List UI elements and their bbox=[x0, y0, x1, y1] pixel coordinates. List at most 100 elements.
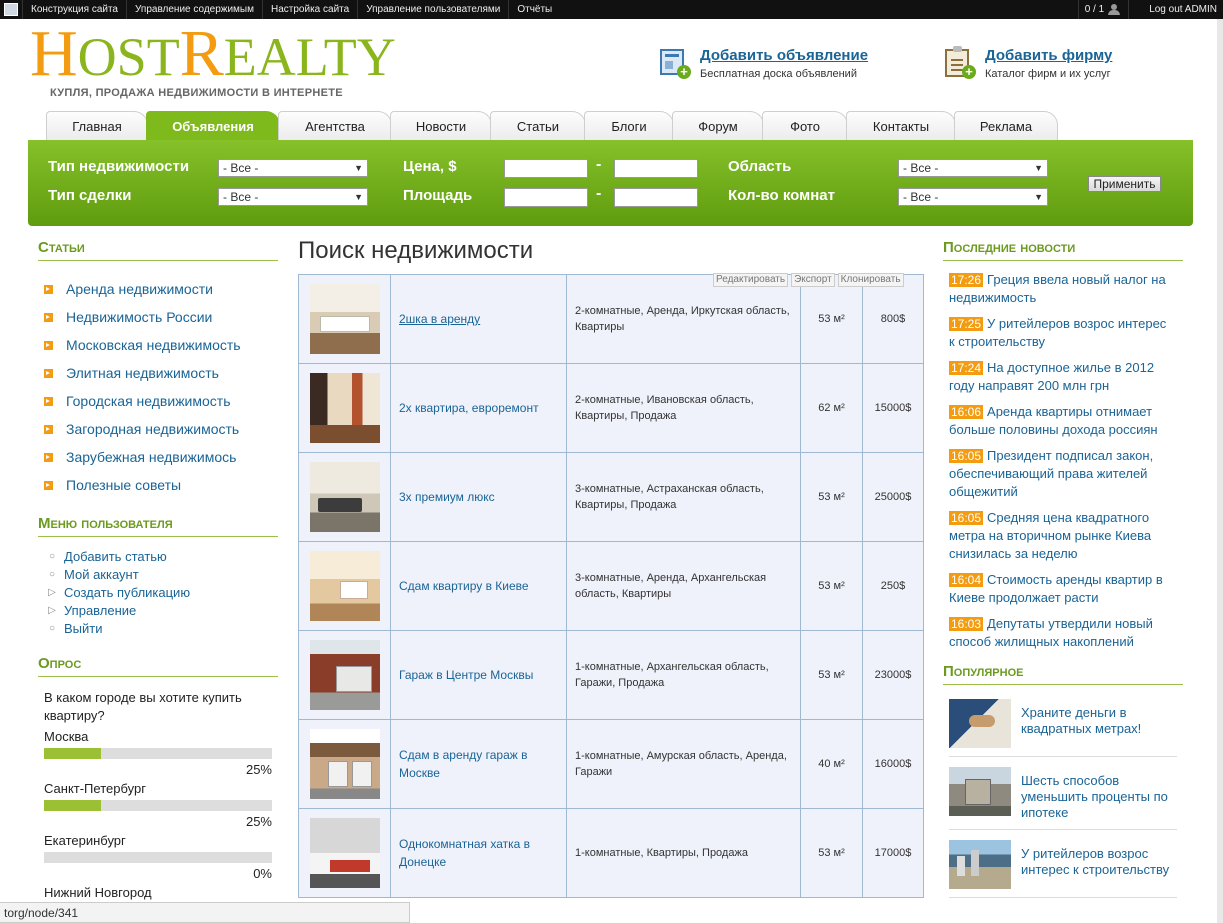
listing-price: 250$ bbox=[862, 542, 924, 630]
news-item[interactable]: 16:03 Депутаты утвердили новый способ жил… bbox=[949, 615, 1175, 651]
logout-menu-link[interactable]: Выйти bbox=[64, 621, 103, 636]
category-link[interactable]: Недвижимость России bbox=[66, 309, 212, 325]
popular-thumbnail[interactable] bbox=[949, 699, 1011, 748]
user-menu-item[interactable]: ○ Добавить статью bbox=[38, 547, 278, 565]
news-item[interactable]: 16:05 Президент подписал закон, обеспечив… bbox=[949, 447, 1175, 501]
tab-contacts[interactable]: Контакты bbox=[846, 111, 956, 140]
admin-menu-reports[interactable]: Отчёты bbox=[508, 0, 560, 19]
popular-link[interactable]: Храните деньги в квадратных метрах! bbox=[1021, 699, 1177, 748]
listing-title-link[interactable]: 2х квартира, евроремонт bbox=[399, 399, 539, 417]
admin-home-icon[interactable] bbox=[0, 0, 22, 19]
category-link[interactable]: Зарубежная недвижимось bbox=[66, 449, 236, 465]
my-account-link[interactable]: Мой аккаунт bbox=[64, 567, 139, 582]
apply-filter-button[interactable]: Применить bbox=[1088, 176, 1161, 192]
category-item[interactable]: Зарубежная недвижимось bbox=[38, 443, 278, 471]
category-item[interactable]: Московская недвижимость bbox=[38, 331, 278, 359]
popular-item[interactable]: Храните деньги в квадратных метрах! bbox=[949, 699, 1177, 757]
category-item[interactable]: Аренда недвижимости bbox=[38, 275, 278, 303]
rooms-select[interactable]: - Все - ▼ bbox=[898, 188, 1048, 206]
category-link[interactable]: Московская недвижимость bbox=[66, 337, 241, 353]
tab-listings[interactable]: Объявления bbox=[146, 111, 280, 140]
listing-title-link[interactable]: Сдам квартиру в Киеве bbox=[399, 577, 529, 595]
listing-thumbnail[interactable] bbox=[309, 373, 380, 443]
category-link[interactable]: Загородная недвижимость bbox=[66, 421, 239, 437]
popular-thumbnail[interactable] bbox=[949, 840, 1011, 889]
news-time: 17:26 bbox=[949, 273, 984, 287]
browser-status-bar: torg/node/341 bbox=[0, 902, 410, 923]
listing-thumbnail[interactable] bbox=[309, 284, 380, 354]
tab-agencies[interactable]: Агентства bbox=[278, 111, 392, 140]
listing-thumbnail-cell bbox=[298, 453, 390, 541]
popular-item[interactable]: Шесть способов уменьшить проценты по ипо… bbox=[949, 767, 1177, 830]
create-publication-link[interactable]: Создать публикацию bbox=[64, 585, 190, 600]
circle-bullet-icon: ○ bbox=[48, 622, 56, 634]
tab-photo[interactable]: Фото bbox=[762, 111, 848, 140]
tab-blogs[interactable]: Блоги bbox=[584, 111, 674, 140]
news-item[interactable]: 17:26 Греция ввела новый налог на недвижи… bbox=[949, 271, 1175, 307]
user-menu-item[interactable]: ○ Выйти bbox=[38, 619, 278, 637]
chevron-down-icon: ▼ bbox=[354, 192, 363, 202]
listing-title-link[interactable]: Однокомнатная хатка в Донецке bbox=[399, 835, 558, 871]
tab-forum[interactable]: Форум bbox=[672, 111, 764, 140]
listing-thumbnail[interactable] bbox=[309, 818, 380, 888]
news-item[interactable]: 17:25 У ритейлеров возрос интерес к строи… bbox=[949, 315, 1175, 351]
category-link[interactable]: Полезные советы bbox=[66, 477, 181, 493]
category-item[interactable]: Городская недвижимость bbox=[38, 387, 278, 415]
vertical-scrollbar[interactable] bbox=[1217, 19, 1223, 923]
user-menu-item[interactable]: ▷ Управление bbox=[38, 601, 278, 619]
admin-menu-people[interactable]: Управление пользователями bbox=[357, 0, 508, 19]
users-online-counter[interactable]: 0 / 1 bbox=[1077, 0, 1128, 19]
site-logo[interactable]: HOSTREALTY КУПЛЯ, ПРОДАЖА НЕДВИЖИМОСТИ В… bbox=[30, 21, 396, 101]
category-link[interactable]: Элитная недвижимость bbox=[66, 365, 219, 381]
add-article-link[interactable]: Добавить статью bbox=[64, 549, 167, 564]
category-link[interactable]: Аренда недвижимости bbox=[66, 281, 213, 297]
listing-thumbnail[interactable] bbox=[309, 551, 380, 621]
deal-type-select[interactable]: - Все - ▼ bbox=[218, 188, 368, 206]
logout-link[interactable]: Log out ADMIN bbox=[1128, 0, 1223, 19]
area-from-input[interactable] bbox=[504, 188, 588, 207]
tab-news[interactable]: Новости bbox=[390, 111, 492, 140]
popular-link[interactable]: Шесть способов уменьшить проценты по ипо… bbox=[1021, 767, 1177, 821]
listing-area: 53 м² bbox=[800, 542, 862, 630]
edit-view-link[interactable]: Редактировать bbox=[713, 273, 789, 287]
news-item[interactable]: 16:05 Средняя цена квадратного метра на в… bbox=[949, 509, 1175, 563]
poll-percent: 0% bbox=[253, 866, 272, 881]
listing-thumbnail[interactable] bbox=[309, 640, 380, 710]
listing-thumbnail-cell bbox=[298, 364, 390, 452]
user-menu-item[interactable]: ○ Мой аккаунт bbox=[38, 565, 278, 583]
category-item[interactable]: Полезные советы bbox=[38, 471, 278, 499]
tab-articles[interactable]: Статьи bbox=[490, 111, 586, 140]
user-menu-item[interactable]: ▷ Создать публикацию bbox=[38, 583, 278, 601]
tab-home[interactable]: Главная bbox=[46, 111, 148, 140]
listing-thumbnail[interactable] bbox=[309, 462, 380, 532]
news-item[interactable]: 16:04 Стоимость аренды квартир в Киеве пр… bbox=[949, 571, 1175, 607]
category-item[interactable]: Загородная недвижимость bbox=[38, 415, 278, 443]
popular-link[interactable]: У ритейлеров возрос интерес к строительс… bbox=[1021, 840, 1177, 889]
add-listing-link[interactable]: Добавить объявление bbox=[700, 47, 868, 64]
property-type-select[interactable]: - Все - ▼ bbox=[218, 159, 368, 177]
area-to-input[interactable] bbox=[614, 188, 698, 207]
listing-title-link[interactable]: 2шка в аренду bbox=[399, 310, 480, 328]
add-company-icon[interactable]: + bbox=[945, 46, 976, 79]
category-link[interactable]: Городская недвижимость bbox=[66, 393, 231, 409]
export-link[interactable]: Экспорт bbox=[791, 273, 835, 287]
listing-title-link[interactable]: 3х премиум люкс bbox=[399, 488, 495, 506]
price-from-input[interactable] bbox=[504, 159, 588, 178]
add-company-link[interactable]: Добавить фирму bbox=[985, 47, 1112, 64]
management-link[interactable]: Управление bbox=[64, 603, 136, 618]
clone-link[interactable]: Клонировать bbox=[837, 273, 904, 287]
popular-item[interactable]: У ритейлеров возрос интерес к строительс… bbox=[949, 840, 1177, 898]
listing-title-link[interactable]: Гараж в Центре Москвы bbox=[399, 666, 533, 684]
price-to-input[interactable] bbox=[614, 159, 698, 178]
category-item[interactable]: Недвижимость России bbox=[38, 303, 278, 331]
listing-title-link[interactable]: Сдам в аренду гараж в Москве bbox=[399, 746, 558, 782]
admin-menu-config[interactable]: Настройка сайта bbox=[262, 0, 357, 19]
news-item[interactable]: 16:06 Аренда квартиры отнимает больше пол… bbox=[949, 403, 1175, 439]
category-item[interactable]: Элитная недвижимость bbox=[38, 359, 278, 387]
popular-thumbnail[interactable] bbox=[949, 767, 1011, 816]
add-listing-icon[interactable]: + bbox=[660, 47, 691, 79]
news-item[interactable]: 17:24 На доступное жилье в 2012 году напр… bbox=[949, 359, 1175, 395]
listing-thumbnail[interactable] bbox=[309, 729, 380, 799]
tab-ads[interactable]: Реклама bbox=[954, 111, 1058, 140]
region-select[interactable]: - Все - ▼ bbox=[898, 159, 1048, 177]
